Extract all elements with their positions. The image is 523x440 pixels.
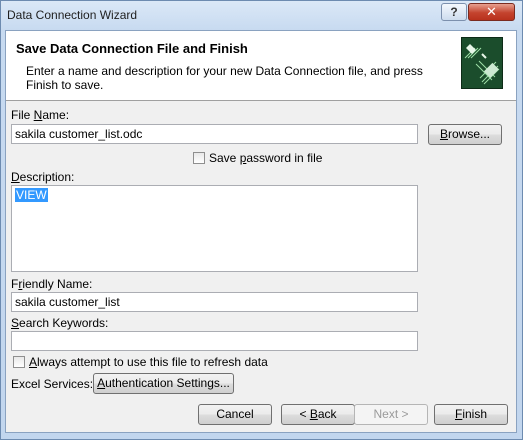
always-refresh-label[interactable]: Always attempt to use this file to refre…: [29, 355, 268, 369]
label-text: File: [11, 108, 34, 122]
label-text: earch Keywords:: [19, 316, 109, 330]
friendly-name-input[interactable]: sakila customer_list: [11, 292, 418, 312]
button-accesskey: B: [309, 407, 318, 421]
button-text: inish: [462, 407, 488, 421]
button-text: rowse...: [448, 127, 491, 141]
always-refresh-checkbox[interactable]: [13, 356, 25, 368]
description-text-selected: VIEW: [15, 188, 48, 202]
help-button[interactable]: ?: [441, 3, 467, 21]
save-password-label[interactable]: Save password in file: [209, 151, 322, 165]
page-title: Save Data Connection File and Finish: [16, 41, 248, 56]
button-accesskey: A: [97, 376, 106, 390]
button-text: Next: [373, 407, 402, 421]
page-description: Enter a name and description for your ne…: [26, 64, 423, 92]
authentication-settings-button[interactable]: Authentication Settings...: [93, 373, 234, 394]
excel-services-label: Excel Services:: [11, 377, 94, 391]
label-accesskey: S: [11, 316, 20, 330]
label-text: escription:: [19, 170, 75, 184]
button-text: <: [299, 407, 310, 421]
label-text: ame:: [42, 108, 70, 122]
label-text: Save: [209, 151, 240, 165]
browse-button[interactable]: Browse...: [428, 124, 502, 145]
button-text: uthentication Settings...: [105, 376, 230, 390]
search-keywords-label: Search Keywords:: [11, 316, 108, 330]
label-accesskey: A: [29, 355, 38, 369]
file-name-label: File Name:: [11, 108, 69, 122]
label-accesskey: D: [11, 170, 20, 184]
next-button[interactable]: Next >: [354, 404, 428, 425]
close-button[interactable]: ✕: [468, 3, 515, 21]
friendly-name-label: Friendly Name:: [11, 277, 92, 291]
button-accesskey: B: [439, 127, 448, 141]
back-button[interactable]: < Back: [281, 404, 355, 425]
save-password-checkbox[interactable]: [193, 152, 205, 164]
finish-button[interactable]: Finish: [434, 404, 508, 425]
cancel-button[interactable]: Cancel: [198, 404, 272, 425]
description-label: Description:: [11, 170, 74, 184]
file-name-input[interactable]: sakila customer_list.odc: [11, 124, 418, 144]
window-title: Data Connection Wizard: [7, 8, 138, 22]
label-text: iendly Name:: [22, 277, 93, 291]
search-keywords-input[interactable]: [11, 331, 418, 351]
description-textarea[interactable]: VIEW: [11, 185, 418, 272]
label-text: lways attempt to use this file to refres…: [37, 355, 268, 369]
label-text: assword in file: [246, 151, 323, 165]
button-text: >: [401, 407, 409, 421]
button-text: ack: [317, 407, 337, 421]
data-connection-wizard-icon: [461, 37, 503, 89]
